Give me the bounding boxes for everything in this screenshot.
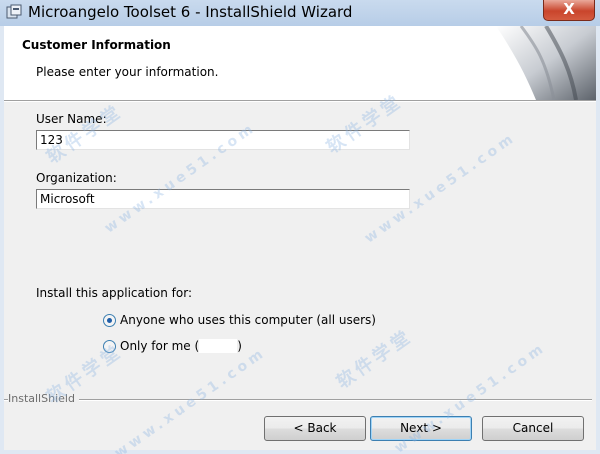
close-button[interactable]: X [543, 0, 595, 21]
organization-label: Organization: [36, 171, 117, 185]
back-button[interactable]: < Back [264, 416, 366, 441]
page-title: Customer Information [22, 38, 171, 52]
footer-divider-highlight [4, 400, 592, 401]
option-only-me-label-prefix: Only for me ( [120, 339, 200, 353]
option-only-me[interactable]: Only for me ( ) [103, 339, 242, 353]
user-name-input[interactable] [37, 131, 409, 149]
organization-input[interactable] [37, 190, 409, 208]
cancel-button[interactable]: Cancel [482, 416, 584, 441]
installer-app-icon [6, 4, 22, 19]
option-all-users-label: Anyone who uses this computer (all users… [120, 313, 376, 327]
option-only-me-label-suffix: ) [237, 339, 242, 353]
page-subtitle: Please enter your information. [36, 65, 219, 79]
user-name-label: User Name: [36, 112, 107, 126]
username-placeholder-box [199, 339, 238, 353]
organization-field[interactable] [36, 189, 410, 209]
next-button[interactable]: Next > [370, 416, 472, 441]
header-divider-highlight [4, 101, 596, 102]
title-bar[interactable]: Microangelo Toolset 6 - InstallShield Wi… [0, 0, 600, 26]
installshield-brand: InstallShield [8, 392, 79, 405]
window-title: Microangelo Toolset 6 - InstallShield Wi… [28, 3, 353, 21]
install-for-label: Install this application for: [36, 286, 192, 300]
header-graphic [496, 26, 596, 100]
radio-only-me[interactable] [103, 339, 116, 353]
wizard-header: Customer Information Please enter your i… [4, 26, 596, 100]
wizard-client-area: Customer Information Please enter your i… [4, 26, 596, 450]
user-name-field[interactable] [36, 130, 410, 150]
option-all-users[interactable]: Anyone who uses this computer (all users… [103, 313, 376, 327]
close-icon: X [563, 0, 575, 18]
radio-all-users[interactable] [103, 313, 116, 327]
installer-window: Microangelo Toolset 6 - InstallShield Wi… [0, 0, 600, 454]
